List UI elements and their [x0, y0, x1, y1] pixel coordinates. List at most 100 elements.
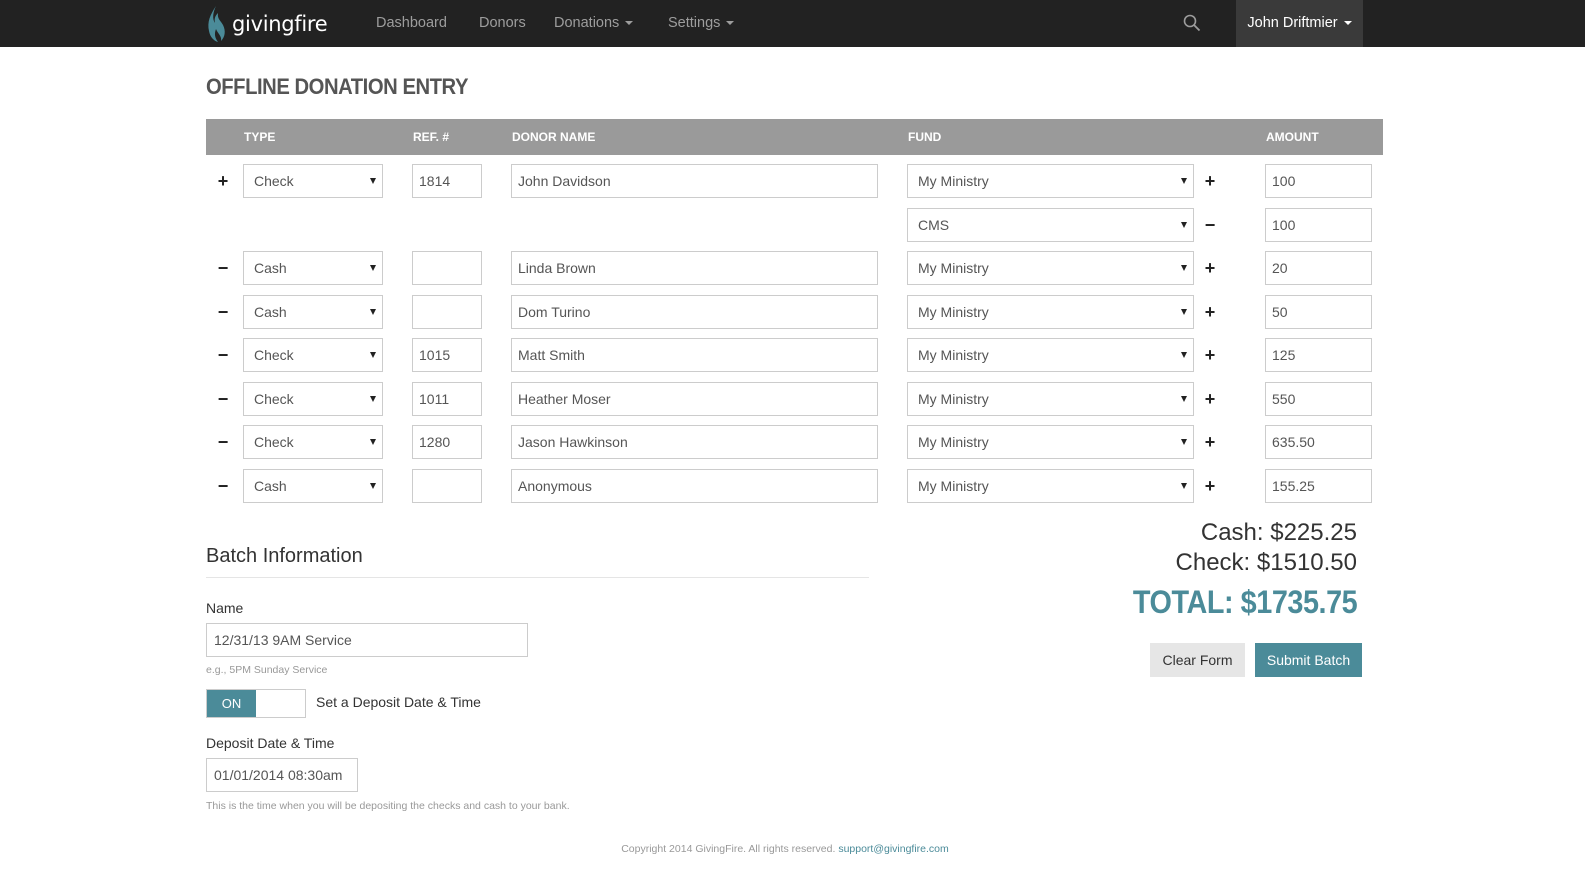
fund-select[interactable]: CMS [907, 208, 1194, 242]
dropdown-arrow-icon [1181, 309, 1187, 315]
header-fund: FUND [908, 130, 942, 144]
remove-row-icon[interactable]: − [214, 302, 232, 322]
remove-row-icon[interactable]: − [214, 476, 232, 496]
page-title: OFFLINE DONATION ENTRY [206, 74, 468, 99]
amount-input[interactable]: 635.50 [1265, 425, 1372, 459]
flame-icon [208, 6, 225, 42]
table-row: − Check 1015 Matt Smith My Ministry + 12… [206, 338, 1383, 372]
dropdown-arrow-icon [1181, 265, 1187, 271]
fund-value: My Ministry [918, 173, 989, 189]
nav-dashboard[interactable]: Dashboard [376, 0, 447, 47]
type-select[interactable]: Check [243, 164, 383, 198]
ref-input[interactable]: 1814 [412, 164, 482, 198]
clear-form-button[interactable]: Clear Form [1150, 643, 1245, 677]
amount-input[interactable]: 550 [1265, 382, 1372, 416]
amount-input[interactable]: 100 [1265, 164, 1372, 198]
remove-row-icon[interactable]: − [214, 258, 232, 278]
type-select[interactable]: Check [243, 338, 383, 372]
type-select[interactable]: Cash [243, 469, 383, 503]
remove-row-icon[interactable]: − [214, 345, 232, 365]
nav-donors[interactable]: Donors [479, 0, 526, 47]
ref-input[interactable] [412, 469, 482, 503]
table-row: − Check 1280 Jason Hawkinson My Ministry… [206, 425, 1383, 459]
brand-logo[interactable]: givingfire [206, 4, 328, 44]
dropdown-arrow-icon [370, 265, 376, 271]
dropdown-arrow-icon [1181, 222, 1187, 228]
dropdown-arrow-icon [370, 352, 376, 358]
fund-value: My Ministry [918, 304, 989, 320]
amount-input[interactable]: 50 [1265, 295, 1372, 329]
nav-donors-label: Donors [479, 15, 526, 31]
add-row-icon[interactable]: + [214, 171, 232, 191]
fund-select[interactable]: My Ministry [907, 425, 1194, 459]
dropdown-arrow-icon [1181, 439, 1187, 445]
dropdown-arrow-icon [370, 396, 376, 402]
chevron-down-icon [625, 21, 634, 26]
amount-input[interactable]: 125 [1265, 338, 1372, 372]
fund-select[interactable]: My Ministry [907, 295, 1194, 329]
table-row-split-fund: CMS − 100 [206, 208, 1383, 242]
deposit-date-toggle[interactable]: ON [206, 689, 306, 718]
type-select[interactable]: Cash [243, 251, 383, 285]
add-fund-icon[interactable]: + [1201, 345, 1219, 365]
dropdown-arrow-icon [370, 309, 376, 315]
add-fund-icon[interactable]: + [1201, 389, 1219, 409]
donor-name-input[interactable]: John Davidson [511, 164, 878, 198]
add-fund-icon[interactable]: + [1201, 302, 1219, 322]
batch-name-label: Name [206, 600, 244, 616]
donor-name-input[interactable]: Anonymous [511, 469, 878, 503]
deposit-date-input[interactable]: 01/01/2014 08:30am [206, 758, 358, 792]
donor-name-input[interactable]: Heather Moser [511, 382, 878, 416]
add-fund-icon[interactable]: + [1201, 476, 1219, 496]
section-divider [206, 577, 869, 578]
type-select[interactable]: Check [243, 382, 383, 416]
cash-total: Cash: $225.25 [1200, 519, 1357, 546]
batch-name-help: e.g., 5PM Sunday Service [206, 664, 328, 676]
submit-batch-button[interactable]: Submit Batch [1255, 643, 1362, 677]
remove-row-icon[interactable]: − [214, 432, 232, 452]
table-header: TYPE REF. # DONOR NAME FUND AMOUNT [206, 119, 1383, 155]
brand-name: givingfire [232, 12, 328, 36]
amount-input[interactable]: 20 [1265, 251, 1372, 285]
amount-input[interactable]: 155.25 [1265, 469, 1372, 503]
donor-name-input[interactable]: Jason Hawkinson [511, 425, 878, 459]
amount-input[interactable]: 100 [1265, 208, 1372, 242]
deposit-date-help: This is the time when you will be deposi… [206, 800, 570, 812]
ref-input[interactable] [412, 251, 482, 285]
fund-select[interactable]: My Ministry [907, 338, 1194, 372]
fund-select[interactable]: My Ministry [907, 164, 1194, 198]
fund-select[interactable]: My Ministry [907, 469, 1194, 503]
remove-fund-icon[interactable]: − [1201, 215, 1219, 235]
search-icon[interactable] [1183, 14, 1201, 32]
ref-input[interactable]: 1011 [412, 382, 482, 416]
donor-name-input[interactable]: Linda Brown [511, 251, 878, 285]
fund-select[interactable]: My Ministry [907, 382, 1194, 416]
user-menu[interactable]: John Driftmier [1236, 0, 1363, 47]
add-fund-icon[interactable]: + [1201, 258, 1219, 278]
footer: Copyright 2014 GivingFire. All rights re… [0, 843, 1570, 855]
nav-donations[interactable]: Donations [554, 0, 634, 47]
fund-value: My Ministry [918, 478, 989, 494]
type-select[interactable]: Check [243, 425, 383, 459]
fund-select[interactable]: My Ministry [907, 251, 1194, 285]
type-value: Cash [254, 478, 287, 494]
type-select[interactable]: Cash [243, 295, 383, 329]
batch-section-title: Batch Information [206, 545, 363, 567]
nav-settings[interactable]: Settings [668, 0, 735, 47]
donor-name-input[interactable]: Matt Smith [511, 338, 878, 372]
chevron-down-icon [726, 21, 735, 26]
nav-donations-label: Donations [554, 15, 620, 31]
donor-name-input[interactable]: Dom Turino [511, 295, 878, 329]
remove-row-icon[interactable]: − [214, 389, 232, 409]
ref-input[interactable]: 1280 [412, 425, 482, 459]
ref-input[interactable] [412, 295, 482, 329]
ref-input[interactable]: 1015 [412, 338, 482, 372]
add-fund-icon[interactable]: + [1201, 432, 1219, 452]
table-row: + Check 1814 John Davidson My Ministry +… [206, 164, 1383, 198]
dropdown-arrow-icon [370, 439, 376, 445]
header-donor: DONOR NAME [512, 130, 596, 144]
fund-value: My Ministry [918, 347, 989, 363]
add-fund-icon[interactable]: + [1201, 171, 1219, 191]
support-email-link[interactable]: support@givingfire.com [838, 843, 948, 855]
batch-name-input[interactable]: 12/31/13 9AM Service [206, 623, 528, 657]
